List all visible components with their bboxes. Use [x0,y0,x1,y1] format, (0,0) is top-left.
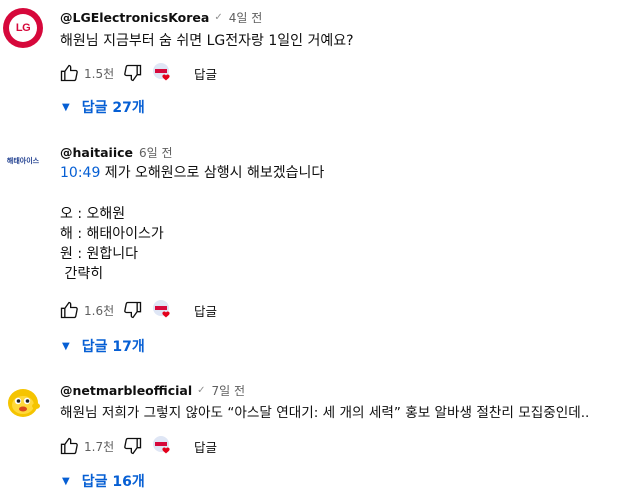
view-replies-button[interactable]: ▼ 답글 16개 [62,470,145,492]
creator-heart-icon [152,299,174,321]
haitai-logo-icon: 해태아이스 [6,158,40,165]
comment-header: @LGElectronicsKorea ✓ 4일 전 [60,8,262,26]
comment-text-line-2: 오 : 오해원 [60,206,126,222]
reply-button[interactable]: 답글 [194,301,217,320]
comment-text-line-3: 해 : 해태아이스가 [60,226,164,242]
lg-logo-icon: LG [9,14,37,42]
comment-text-line-4: 원 : 원합니다 [60,246,139,262]
creator-heart-icon [152,435,174,457]
thumb-down-icon[interactable] [122,62,144,84]
author-name[interactable]: @LGElectronicsKorea [60,10,209,25]
comment-header: @netmarbleofficial ✓ 7일 전 [60,381,245,399]
netmarble-mascot-icon [8,389,40,417]
like-count: 1.6천 [84,303,115,318]
comment-actions: 1.7천 답글 [58,434,217,458]
verified-icon: ✓ [197,384,206,396]
replies-label: 답글 27개 [81,100,145,116]
avatar-text: LG [15,22,31,34]
view-replies-button[interactable]: ▼ 답글 17개 [62,335,145,357]
comment-text-line-5: 간략히 [60,266,104,282]
comment-header: @haitaiice 6일 전 [60,143,173,161]
like-count: 1.5천 [84,66,115,81]
reply-button[interactable]: 답글 [194,64,217,83]
comment-time[interactable]: 4일 전 [229,9,263,26]
comment-text: 해원님 지금부터 숨 쉬면 LG전자랑 1일인 거예요? [60,33,354,49]
creator-heart-icon [152,62,174,84]
thumb-up-icon[interactable] [58,435,80,457]
comment-text-line-1: 10:49 제가 오해원으로 삼행시 해보겠습니다 [60,163,324,183]
comment-text: 제가 오해원으로 삼행시 해보겠습니다 [100,165,325,181]
avatar[interactable]: 해태아이스 [3,141,43,181]
verified-icon: ✓ [214,11,223,23]
comment-text: 해원님 저희가 그렇지 않아도 “아스달 연대기: 세 개의 세력” 홍보 알바… [60,405,590,421]
reply-button[interactable]: 답글 [194,437,217,456]
author-name[interactable]: @haitaiice [60,145,133,160]
expand-triangle-icon: ▼ [62,340,70,352]
avatar[interactable]: LG [3,8,43,48]
replies-label: 답글 17개 [81,339,145,355]
thumb-up-icon[interactable] [58,299,80,321]
comment-time[interactable]: 7일 전 [212,382,246,399]
avatar[interactable] [3,381,43,421]
thumb-up-icon[interactable] [58,62,80,84]
view-replies-button[interactable]: ▼ 답글 27개 [62,96,145,118]
author-name[interactable]: @netmarbleofficial [60,383,192,398]
comment-actions: 1.6천 답글 [58,298,217,322]
video-timestamp-link[interactable]: 10:49 [60,165,100,181]
expand-triangle-icon: ▼ [62,101,70,113]
replies-label: 답글 16개 [81,474,145,490]
thumb-down-icon[interactable] [122,435,144,457]
expand-triangle-icon: ▼ [62,475,70,487]
comment-actions: 1.5천 답글 [58,61,217,85]
like-count: 1.7천 [84,439,115,454]
comment-time[interactable]: 6일 전 [139,144,173,161]
thumb-down-icon[interactable] [122,299,144,321]
